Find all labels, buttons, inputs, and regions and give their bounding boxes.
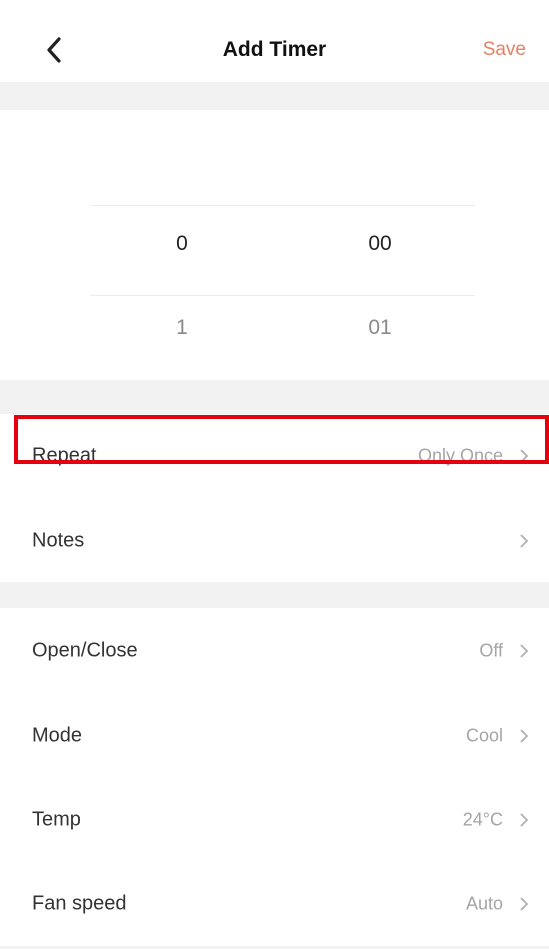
- repeat-row[interactable]: Repeat Only Once: [0, 414, 549, 500]
- open-close-row[interactable]: Open/Close Off: [0, 608, 549, 694]
- open-close-label: Open/Close: [32, 639, 138, 662]
- hour-selected[interactable]: 0: [122, 232, 242, 256]
- notes-row[interactable]: Notes: [0, 500, 549, 582]
- chevron-right-icon: [517, 810, 531, 830]
- header-bar: Add Timer Save: [0, 0, 549, 82]
- minute-next[interactable]: 01: [320, 316, 440, 340]
- repeat-label: Repeat: [32, 444, 97, 467]
- chevron-right-icon: [517, 531, 531, 551]
- chevron-right-icon: [517, 446, 531, 466]
- page-title: Add Timer: [222, 38, 327, 61]
- section-divider: [0, 380, 549, 414]
- temp-label: Temp: [32, 808, 81, 831]
- chevron-left-icon: [47, 37, 61, 63]
- temp-value: 24°C: [462, 809, 503, 830]
- minute-selected[interactable]: 00: [320, 232, 440, 256]
- chevron-right-icon: [517, 641, 531, 661]
- hour-next[interactable]: 1: [122, 316, 242, 340]
- fan-speed-label: Fan speed: [32, 892, 127, 915]
- time-picker[interactable]: 0 00 1 01: [0, 110, 549, 380]
- section-divider: [0, 582, 549, 608]
- section-divider: [0, 82, 549, 110]
- back-button[interactable]: [34, 30, 74, 70]
- fan-speed-row[interactable]: Fan speed Auto: [0, 862, 549, 946]
- save-button[interactable]: Save: [483, 39, 526, 61]
- temp-row[interactable]: Temp 24°C: [0, 778, 549, 862]
- mode-row[interactable]: Mode Cool: [0, 694, 549, 778]
- mode-label: Mode: [32, 724, 83, 747]
- picker-top-line: [90, 205, 475, 206]
- fan-speed-value: Auto: [465, 893, 503, 914]
- repeat-value: Only Once: [417, 445, 503, 466]
- open-close-value: Off: [479, 640, 503, 661]
- picker-bottom-line: [90, 295, 475, 296]
- notes-label: Notes: [32, 529, 85, 552]
- chevron-right-icon: [517, 894, 531, 914]
- chevron-right-icon: [517, 726, 531, 746]
- mode-value: Cool: [465, 725, 503, 746]
